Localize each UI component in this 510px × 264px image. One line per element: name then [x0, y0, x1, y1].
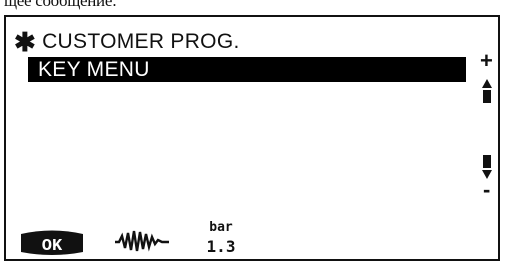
bar-value-icon[interactable]: bar 1.3 [202, 218, 240, 256]
menu-title-text: CUSTOMER PROG. [42, 30, 240, 53]
asterisk-icon: ✱ [14, 27, 37, 57]
top-caption: щее сообщение: [4, 0, 117, 10]
bar-value-label: 1.3 [207, 237, 236, 256]
lcd-screen: ✱ CUSTOMER PROG. KEY MENU + - OK bar 1.3 [4, 15, 500, 261]
minus-indicator[interactable]: - [483, 177, 490, 203]
waveform-icon[interactable] [113, 228, 171, 254]
bar-unit-label: bar [209, 220, 233, 235]
menu-item-key-menu[interactable]: KEY MENU [28, 57, 466, 82]
menu-title: ✱ CUSTOMER PROG. [14, 27, 240, 57]
scroll-up-icon[interactable] [482, 79, 492, 103]
ok-button[interactable]: OK [17, 228, 87, 256]
scroll-down-icon[interactable] [482, 155, 492, 179]
ok-label: OK [42, 237, 63, 256]
plus-indicator[interactable]: + [480, 48, 493, 74]
